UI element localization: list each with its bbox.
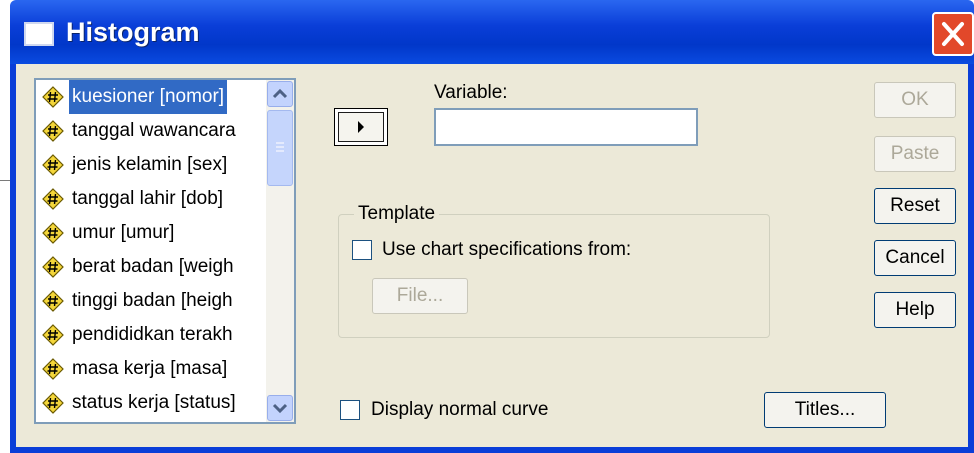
right-arrow-icon <box>358 121 364 133</box>
paste-button[interactable]: Paste <box>874 136 956 172</box>
move-variable-button[interactable] <box>334 108 388 146</box>
variable-label: Variable: <box>434 82 508 103</box>
window-title: Histogram <box>66 17 200 47</box>
variable-list-item-label: umur [umur] <box>72 222 175 243</box>
variable-list-item-label: kuesioner [nomor] <box>69 80 228 114</box>
file-button-label: File... <box>396 285 444 306</box>
variable-list-item[interactable]: tanggal lahir [dob] <box>40 182 266 216</box>
scale-variable-icon <box>42 290 64 312</box>
scale-variable-icon <box>42 392 64 414</box>
variable-list-item[interactable]: kuesioner [nomor] <box>40 80 266 114</box>
scroll-up-button[interactable] <box>267 81 293 107</box>
cancel-button[interactable]: Cancel <box>874 240 956 276</box>
window-frame-bottom <box>10 447 974 453</box>
scale-variable-icon <box>42 120 64 142</box>
variable-list-item[interactable]: pendididkan terakh <box>40 318 266 352</box>
dialog-body: kuesioner [nomor] tanggal wawancara jenis … <box>16 64 968 447</box>
scale-variable-icon <box>42 358 64 380</box>
file-button[interactable]: File... <box>372 278 468 314</box>
scale-variable-icon <box>42 86 64 108</box>
variable-list[interactable]: kuesioner [nomor] tanggal wawancara jenis … <box>34 78 296 424</box>
scale-variable-icon <box>42 154 64 176</box>
chevron-down-icon <box>272 403 288 414</box>
use-chart-spec-label: Use chart specifications from: <box>382 239 632 260</box>
window-icon <box>24 22 54 46</box>
variable-list-item[interactable]: berat badan [weigh <box>40 250 266 284</box>
close-button[interactable] <box>932 12 974 56</box>
move-variable-button-face <box>338 112 384 142</box>
variable-list-item[interactable]: masa kerja [masa] <box>40 352 266 386</box>
titles-button-label: Titles... <box>794 399 856 420</box>
variable-list-item[interactable]: jenis kelamin [sex] <box>40 148 266 182</box>
variable-list-item[interactable]: tinggi badan [heigh <box>40 284 266 318</box>
close-icon <box>942 22 964 46</box>
histogram-dialog: Histogram kuesioner [nomor] tanggal wawan… <box>10 0 974 453</box>
scale-variable-icon <box>42 256 64 278</box>
variable-list-item-label: jenis kelamin [sex] <box>72 154 228 175</box>
cancel-button-label: Cancel <box>885 247 945 268</box>
ok-button-label: OK <box>901 89 929 110</box>
variable-list-item-label: tinggi badan [heigh <box>72 290 233 311</box>
title-bar[interactable]: Histogram <box>10 0 974 64</box>
chevron-up-icon <box>272 88 288 99</box>
display-normal-curve-checkbox[interactable] <box>340 400 360 420</box>
help-button-label: Help <box>895 299 935 320</box>
paste-button-label: Paste <box>890 143 940 164</box>
variable-list-item-label: pendididkan terakh <box>72 324 233 345</box>
variable-list-item[interactable]: tanggal wawancara <box>40 114 266 148</box>
window-frame-right <box>968 64 974 453</box>
help-button[interactable]: Help <box>874 292 956 328</box>
variable-list-item[interactable]: umur [umur] <box>40 216 266 250</box>
reset-button[interactable]: Reset <box>874 188 956 224</box>
scale-variable-icon <box>42 324 64 346</box>
variable-list-item-label: masa kerja [masa] <box>72 358 228 379</box>
use-chart-spec-checkbox[interactable] <box>352 240 372 260</box>
scroll-thumb[interactable] <box>267 110 293 186</box>
scale-variable-icon <box>42 188 64 210</box>
display-normal-curve-label: Display normal curve <box>371 399 549 420</box>
variable-list-item-label: status kerja [status] <box>72 392 236 413</box>
template-group-label: Template <box>354 202 440 226</box>
scroll-down-button[interactable] <box>267 395 293 421</box>
ok-button[interactable]: OK <box>874 82 956 118</box>
variable-list-scrollbar[interactable] <box>266 80 294 422</box>
reset-button-label: Reset <box>890 195 940 216</box>
variable-list-item-label: berat badan [weigh <box>72 256 234 277</box>
grip-icon <box>276 142 284 152</box>
scale-variable-icon <box>42 222 64 244</box>
titles-button[interactable]: Titles... <box>764 392 886 428</box>
template-group <box>338 214 770 338</box>
variable-list-item[interactable]: status kerja [status] <box>40 386 266 420</box>
variable-field[interactable] <box>434 108 698 146</box>
variable-list-item-label: tanggal lahir [dob] <box>72 188 224 209</box>
variable-list-item-label: tanggal wawancara <box>72 120 236 141</box>
